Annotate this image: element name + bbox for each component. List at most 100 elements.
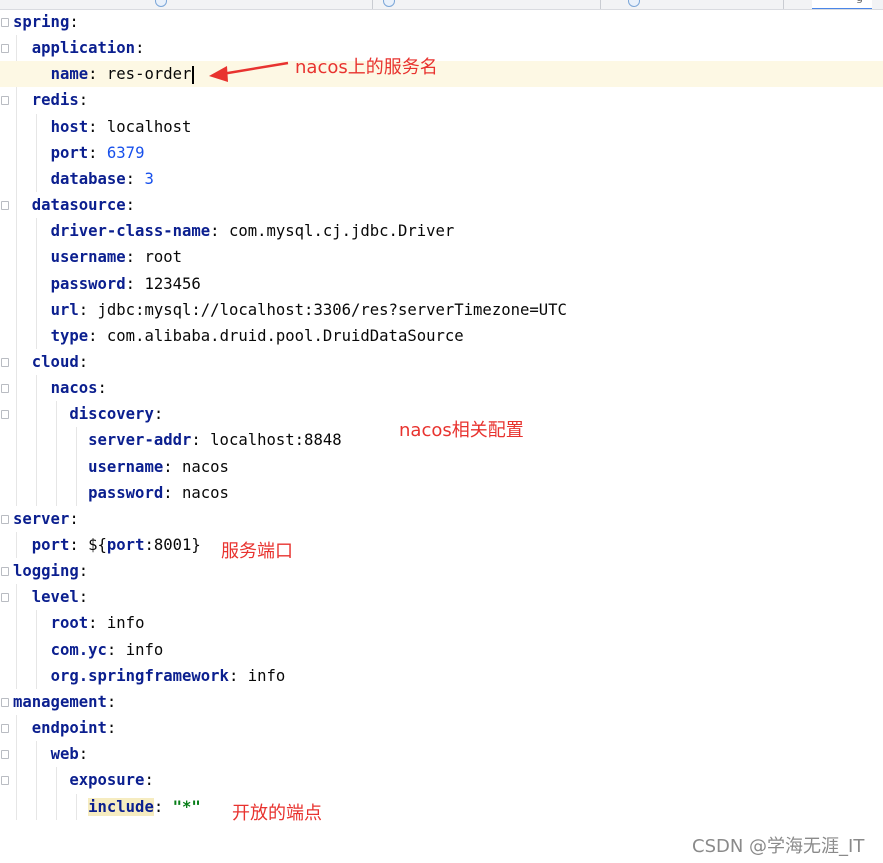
code-line[interactable]: driver-class-name: com.mysql.cj.jdbc.Dri…: [13, 218, 455, 244]
yaml-file-icon: [383, 0, 395, 7]
yaml-key: url: [50, 300, 79, 319]
yaml-value: info: [247, 666, 286, 685]
csdn-watermark: CSDN @学海无涯_IT: [692, 836, 865, 857]
fold-marker-icon[interactable]: [0, 565, 9, 577]
code-line[interactable]: cloud:: [13, 349, 88, 375]
yaml-key: com.yc: [50, 640, 107, 659]
code-line[interactable]: type: com.alibaba.druid.pool.DruidDataSo…: [13, 323, 464, 349]
annotation-open-endpoints: 开放的端点: [232, 803, 322, 824]
code-line[interactable]: redis:: [13, 87, 88, 113]
yaml-value: localhost:8848: [210, 431, 342, 450]
yaml-value: 123456: [144, 274, 201, 293]
code-line[interactable]: port: 6379: [13, 140, 145, 166]
yaml-separator: :: [106, 719, 117, 738]
code-line[interactable]: password: 123456: [13, 271, 201, 297]
yaml-key: application: [31, 39, 136, 58]
yaml-value: 3: [144, 169, 154, 188]
fold-marker-icon[interactable]: [0, 94, 9, 106]
yaml-key: logging: [13, 562, 79, 581]
yaml-separator: :: [69, 536, 89, 554]
yaml-key: username: [88, 457, 164, 476]
fold-marker-icon[interactable]: [0, 774, 9, 786]
yaml-key: exposure: [69, 771, 145, 790]
code-line[interactable]: web:: [13, 741, 89, 767]
yaml-key: discovery: [69, 405, 154, 424]
yaml-separator: :: [191, 431, 211, 450]
yaml-separator: :: [228, 666, 248, 685]
code-line[interactable]: discovery:: [13, 401, 163, 427]
fold-marker-icon[interactable]: [0, 513, 9, 525]
code-line[interactable]: port: ${port:8001}: [13, 532, 201, 558]
fold-marker-icon[interactable]: [0, 722, 9, 734]
code-line[interactable]: level:: [13, 584, 88, 610]
yaml-key: username: [50, 248, 126, 267]
placeholder-delimiter: ${: [88, 536, 107, 554]
yaml-separator: :: [69, 13, 79, 31]
yaml-key: level: [31, 588, 79, 607]
code-line[interactable]: nacos:: [13, 375, 107, 401]
fold-marker-icon[interactable]: [0, 748, 9, 760]
code-line[interactable]: logging:: [13, 558, 88, 584]
code-line[interactable]: exposure:: [13, 767, 154, 793]
tab-divider: [600, 0, 601, 9]
code-line[interactable]: password: nacos: [13, 480, 229, 506]
yaml-separator: :: [153, 797, 173, 816]
code-line[interactable]: username: root: [13, 244, 182, 270]
code-line[interactable]: root: info: [13, 610, 145, 636]
yaml-key: org.springframework: [50, 666, 229, 685]
yaml-key: management: [13, 692, 107, 711]
fold-marker-icon[interactable]: [0, 408, 9, 420]
fold-marker-icon[interactable]: [0, 696, 9, 708]
code-line[interactable]: datasource:: [13, 192, 135, 218]
yaml-key: root: [50, 614, 89, 633]
yaml-separator: :: [144, 771, 154, 790]
yaml-key: spring: [13, 13, 70, 31]
yaml-separator: :: [97, 379, 107, 398]
yaml-key: password: [50, 274, 126, 293]
code-line[interactable]: spring:: [13, 9, 79, 35]
yaml-key: nacos: [50, 379, 98, 398]
yaml-separator: :: [125, 248, 145, 267]
code-line[interactable]: include: "*": [13, 794, 201, 820]
fold-marker-icon[interactable]: [0, 591, 9, 603]
fold-marker-icon[interactable]: [0, 16, 9, 28]
code-line[interactable]: server:: [13, 506, 79, 532]
fold-marker-icon[interactable]: [0, 42, 9, 54]
code-line[interactable]: database: 3: [13, 166, 154, 192]
code-line[interactable]: endpoint:: [13, 715, 117, 741]
yaml-separator: :: [106, 640, 126, 659]
annotation-arrow: [209, 61, 289, 82]
yaml-separator: :: [163, 457, 182, 476]
tab-divider: [783, 0, 784, 9]
yaml-key: port: [50, 143, 89, 162]
code-line[interactable]: management:: [13, 689, 116, 715]
yaml-value: info: [125, 640, 164, 659]
code-line[interactable]: server-addr: localhost:8848: [13, 427, 342, 453]
yaml-separator: :: [78, 352, 89, 371]
fold-marker-icon[interactable]: [0, 356, 9, 368]
yaml-value: 6379: [106, 143, 145, 162]
yaml-value: com.mysql.cj.jdbc.Driver: [228, 222, 455, 241]
yaml-key: web: [50, 745, 79, 764]
yaml-value: localhost: [106, 117, 192, 136]
yaml-separator: :: [153, 405, 164, 424]
annotation-service-name: nacos上的服务名: [295, 57, 438, 78]
yaml-value: nacos: [182, 483, 229, 502]
yaml-separator: :: [88, 117, 107, 136]
yaml-key: redis: [31, 91, 79, 110]
code-line[interactable]: org.springframework: info: [13, 663, 286, 689]
code-line[interactable]: com.yc: info: [13, 637, 164, 663]
fold-marker-icon[interactable]: [0, 382, 9, 394]
code-line[interactable]: application:: [13, 35, 145, 61]
yaml-separator: :: [125, 169, 145, 188]
yaml-key: endpoint: [31, 719, 107, 738]
code-line[interactable]: host: localhost: [13, 114, 192, 140]
code-line[interactable]: url: jdbc:mysql://localhost:3306/res?ser…: [13, 297, 567, 323]
yaml-file-icon: [628, 0, 640, 7]
yaml-separator: :: [78, 300, 98, 319]
yaml-key: database: [50, 169, 126, 188]
yaml-separator: :: [88, 65, 107, 84]
code-line[interactable]: username: nacos: [13, 454, 229, 480]
code-line[interactable]: name: res-order: [0, 61, 883, 88]
fold-marker-icon[interactable]: [0, 199, 9, 211]
